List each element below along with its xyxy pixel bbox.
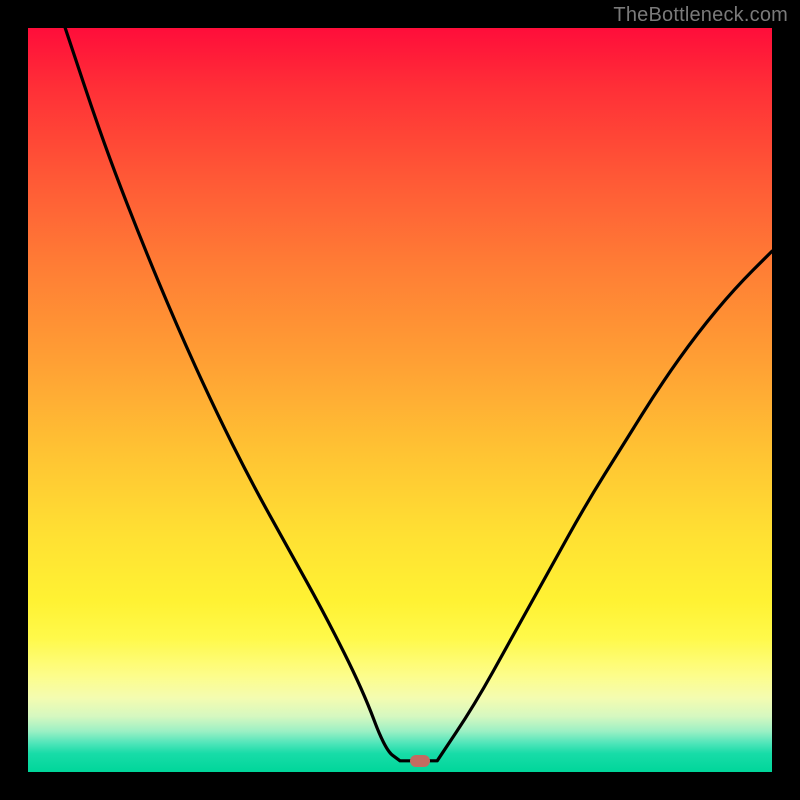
curve-path: [65, 28, 772, 761]
bottleneck-curve: [28, 28, 772, 772]
plot-area: [28, 28, 772, 772]
watermark-text: TheBottleneck.com: [613, 4, 788, 27]
chart-frame: TheBottleneck.com: [0, 0, 800, 800]
optimum-marker: [410, 755, 430, 767]
